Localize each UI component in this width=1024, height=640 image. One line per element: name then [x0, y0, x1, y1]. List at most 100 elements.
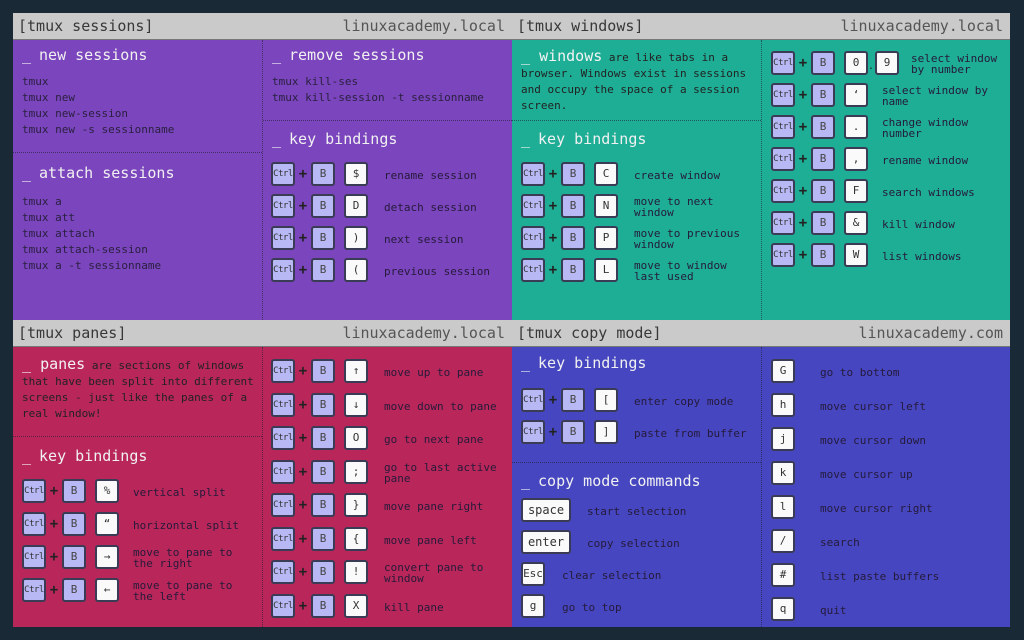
- ctrl-key: Ctrl: [271, 258, 295, 282]
- ctrl-key: Ctrl: [521, 420, 545, 444]
- ctrl-key: Ctrl: [771, 179, 795, 203]
- binding-description: select window by name: [882, 84, 988, 108]
- b-key: B: [561, 226, 585, 250]
- command: tmux attach-session: [22, 243, 148, 256]
- command-description: go to bottom: [820, 366, 900, 379]
- key-binding-row: Ctrl + B. change window number: [771, 115, 1001, 139]
- b-key: B: [311, 162, 335, 186]
- b-key: B: [311, 560, 335, 584]
- key-9: 9: [875, 51, 899, 75]
- plus-sign: +: [548, 198, 558, 214]
- ctrl-key: Ctrl: [271, 359, 295, 383]
- binding-description: kill window: [882, 218, 955, 231]
- ctrl-key: Ctrl: [22, 578, 46, 602]
- plus-sign: +: [298, 166, 308, 182]
- plus-sign: +: [298, 230, 308, 246]
- command: tmux a: [22, 195, 62, 208]
- b-key: B: [561, 388, 585, 412]
- binding-description: move pane left: [384, 533, 477, 547]
- binding-description: list windows: [882, 250, 962, 263]
- key-binding-row: Ctrl + B) next session: [271, 226, 501, 250]
- binding-description: go to last active pane: [384, 460, 497, 485]
- key-symbol: }: [344, 493, 368, 517]
- key-binding-row: j move cursor down: [771, 427, 1001, 451]
- command-description: search: [820, 536, 860, 549]
- binding-description: move to next window: [634, 195, 714, 219]
- copy-key-bindings-heading: _ key bindings: [521, 354, 647, 372]
- copy-mode-host: linuxacademy.com: [858, 324, 1004, 342]
- divider: [512, 462, 761, 463]
- ctrl-key: Ctrl: [771, 243, 795, 267]
- key-binding-row: Ctrl + B [enter copy mode: [521, 388, 751, 412]
- binding-description: move to previous window: [634, 227, 740, 251]
- windows-host: linuxacademy.local: [840, 17, 1003, 35]
- binding-description: move up to pane: [384, 366, 484, 379]
- ctrl-key: Ctrl: [521, 162, 545, 186]
- b-key: B: [811, 211, 835, 235]
- windows-intro: _ windows are like tabs in a browser. Wi…: [521, 47, 747, 112]
- panes-left-column: _ panes are sections of windows that hav…: [13, 347, 262, 627]
- binding-description: rename session: [384, 169, 477, 182]
- ctrl-key: Ctrl: [22, 512, 46, 536]
- binding-description: detach session: [384, 201, 477, 214]
- b-key: B: [811, 115, 835, 139]
- key-symbol: ↑: [344, 359, 368, 383]
- key-symbol: ←: [95, 578, 119, 602]
- divider: [13, 436, 262, 437]
- command-description: move cursor down: [820, 434, 926, 447]
- plus-sign: +: [548, 230, 558, 246]
- command: tmux att: [22, 211, 75, 224]
- b-key: B: [561, 258, 585, 282]
- key-g: G: [771, 359, 795, 383]
- panes-title: [tmux panes]: [18, 324, 127, 342]
- key-binding-row: Ctrl + B, rename window: [771, 147, 1001, 171]
- key-binding-row: Ctrl + B ↑ move up to pane: [271, 359, 501, 383]
- binding-description: create window: [634, 169, 721, 182]
- key-esc: Esc: [521, 562, 545, 586]
- key-binding-row: g go to top: [521, 594, 751, 618]
- ctrl-key: Ctrl: [271, 459, 295, 484]
- ctrl-key: Ctrl: [771, 147, 795, 171]
- key-binding-row: enter copy selection: [521, 530, 751, 554]
- key-binding-row: Ctrl + B; go to last active pane: [271, 459, 501, 485]
- b-key: B: [311, 226, 335, 250]
- key-0: 0: [844, 51, 868, 75]
- attach-sessions-commands: tmux a tmux att tmux attach tmux attach-…: [22, 194, 161, 274]
- binding-description: enter copy mode: [634, 395, 734, 408]
- binding-description: previous session: [384, 265, 490, 278]
- binding-description: horizontal split: [133, 519, 239, 532]
- remove-sessions-commands: tmux kill-ses tmux kill-session -t sessi…: [272, 74, 484, 106]
- key-d: D: [344, 194, 368, 218]
- b-key: B: [311, 426, 335, 450]
- panes-header: [tmux panes] linuxacademy.local: [13, 320, 512, 347]
- key-binding-row: Ggo to bottom: [771, 359, 1001, 383]
- command: tmux new -s sessionname: [22, 123, 175, 136]
- key-k: k: [771, 461, 795, 485]
- key-binding-row: Ctrl+B0..9select window by number: [771, 51, 1001, 75]
- b-key: B: [561, 194, 585, 218]
- key-p: P: [594, 226, 618, 250]
- attach-sessions-heading: _ attach sessions: [22, 164, 175, 182]
- binding-description: convert pane to window: [384, 561, 484, 585]
- plus-sign: +: [798, 55, 808, 71]
- ctrl-key: Ctrl: [271, 226, 295, 250]
- b-key: B: [62, 545, 86, 569]
- key-binding-row: l move cursor right: [771, 495, 1001, 519]
- windows-panel: [tmux windows] linuxacademy.local _ wind…: [512, 13, 1010, 320]
- ctrl-key: Ctrl: [521, 388, 545, 412]
- plus-sign: +: [298, 463, 308, 480]
- windows-header: [tmux windows] linuxacademy.local: [512, 13, 1010, 40]
- key-symbol: #: [771, 563, 795, 587]
- b-key: B: [311, 526, 335, 551]
- ctrl-key: Ctrl: [271, 526, 295, 551]
- binding-description: rename window: [882, 154, 969, 167]
- key-symbol: /: [771, 529, 795, 553]
- key-symbol: !: [344, 560, 368, 584]
- plus-sign: +: [298, 198, 308, 214]
- key-binding-row: Ctrl + B} move pane right: [271, 493, 501, 517]
- key-binding-row: Esc clear selection: [521, 562, 751, 586]
- key-binding-row: Ctrl + B Fsearch windows: [771, 179, 1001, 203]
- b-key: B: [62, 578, 86, 602]
- binding-description: move pane right: [384, 500, 484, 513]
- binding-description: move to pane to the right: [133, 546, 233, 570]
